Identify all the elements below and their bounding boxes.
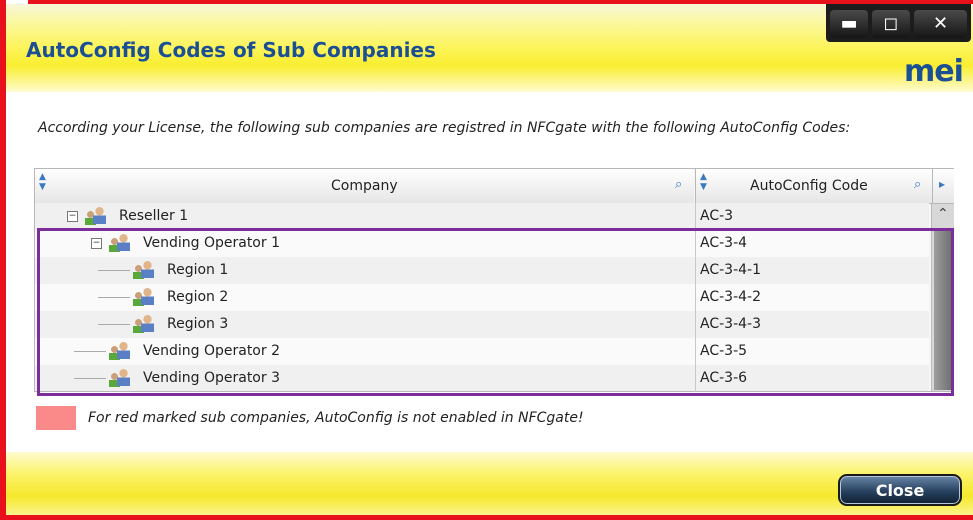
column-label-company: Company: [331, 178, 398, 194]
scroll-right-button[interactable]: ▸: [932, 169, 954, 204]
maximize-button[interactable]: ◻: [872, 10, 910, 38]
column-header-company[interactable]: ▲ ▼ Company ⌕: [35, 169, 694, 204]
search-icon[interactable]: ⌕: [675, 177, 682, 192]
mei-logo: mei: [904, 54, 964, 89]
legend-text: For red marked sub companies, AutoConfig…: [88, 410, 584, 426]
close-window-button[interactable]: ✕: [914, 10, 967, 38]
minimize-icon: ▬: [840, 13, 858, 34]
sort-icon: ▲ ▼: [700, 172, 707, 192]
window-footer: [6, 452, 973, 515]
column-header-autoconfig[interactable]: ▲ ▼ AutoConfig Code ⌕: [695, 169, 932, 204]
table-row[interactable]: − Reseller 1 AC-3: [35, 203, 929, 230]
search-icon[interactable]: ⌕: [914, 177, 921, 192]
user-group-icon: [85, 207, 107, 226]
instruction-text: According your License, the following su…: [38, 120, 851, 136]
autoconfig-code: AC-3: [695, 203, 929, 230]
close-button[interactable]: Close: [838, 474, 962, 506]
window-title: AutoConfig Codes of Sub Companies: [26, 38, 436, 62]
close-icon: ✕: [932, 13, 949, 34]
collapse-toggle-icon[interactable]: −: [67, 211, 78, 222]
highlight-box: [37, 228, 954, 396]
window-controls: ▬ ◻ ✕: [826, 4, 971, 42]
column-label-autoconfig: AutoConfig Code: [750, 178, 868, 194]
minimize-button[interactable]: ▬: [830, 10, 868, 38]
chevron-right-icon: ▸: [939, 177, 946, 191]
legend-swatch: [36, 406, 76, 430]
sort-icon: ▲ ▼: [39, 172, 46, 192]
company-name: Reseller 1: [119, 208, 189, 224]
maximize-icon: ◻: [883, 13, 899, 34]
scroll-up-icon[interactable]: ⌃: [937, 206, 949, 222]
